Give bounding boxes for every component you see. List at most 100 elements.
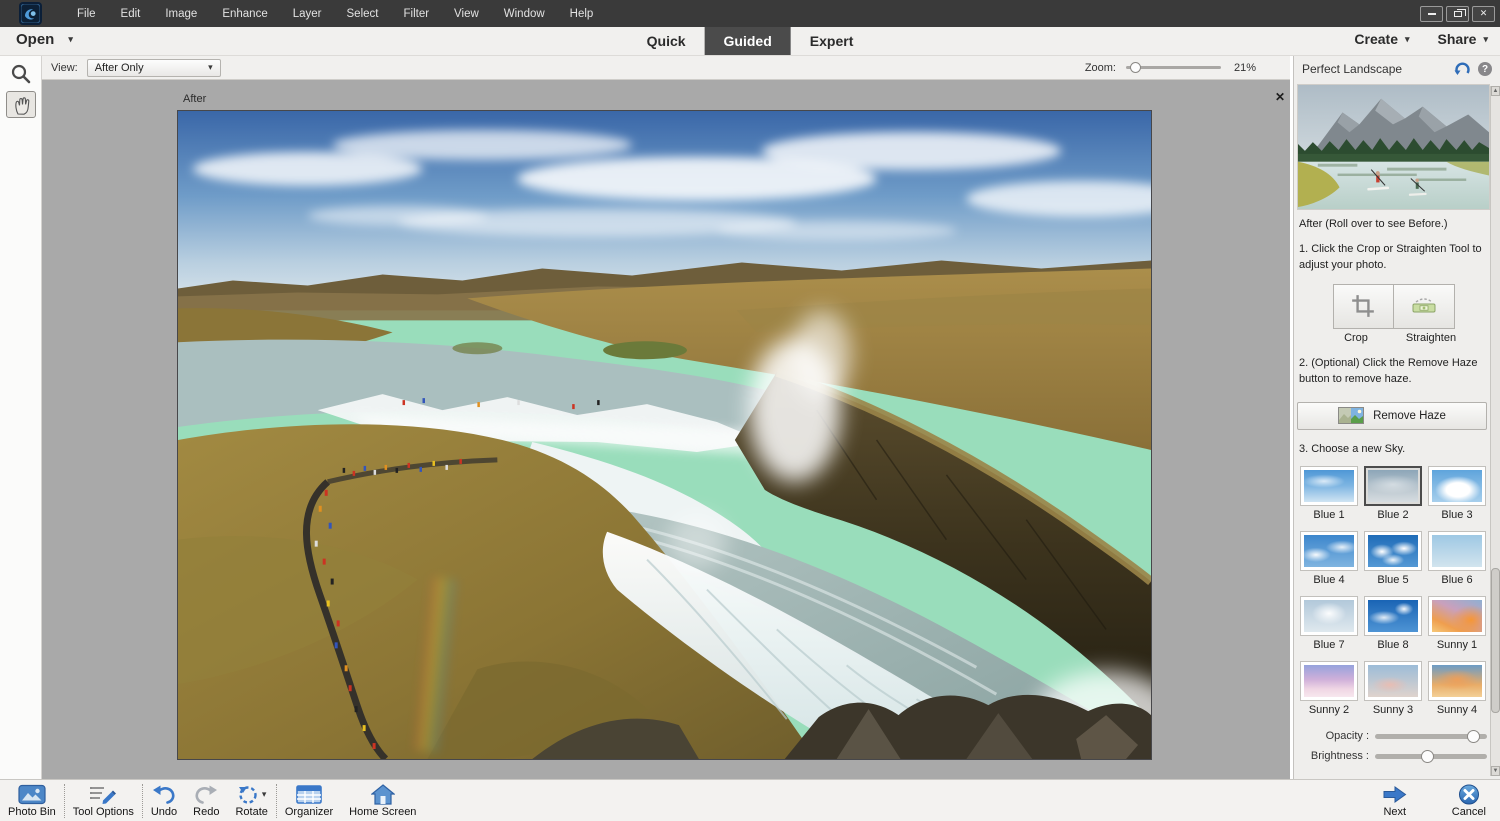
home-screen-button[interactable]: Home Screen bbox=[341, 780, 424, 821]
brightness-slider-knob[interactable] bbox=[1421, 750, 1434, 763]
cancel-label: Cancel bbox=[1452, 806, 1486, 818]
hand-tool-button[interactable] bbox=[6, 91, 36, 118]
redo-icon bbox=[194, 784, 218, 805]
cancel-icon bbox=[1458, 784, 1480, 805]
sky-option-label: Blue 7 bbox=[1313, 639, 1344, 651]
menu-file[interactable]: File bbox=[77, 8, 96, 20]
minimize-button[interactable] bbox=[1420, 6, 1443, 22]
menu-help[interactable]: Help bbox=[570, 8, 594, 20]
panel-header: Perfect Landscape ? bbox=[1294, 56, 1500, 82]
guided-preview-thumbnail[interactable] bbox=[1297, 84, 1490, 210]
sky-option-label: Blue 6 bbox=[1441, 574, 1472, 586]
restore-button[interactable] bbox=[1446, 6, 1469, 22]
opacity-slider-knob[interactable] bbox=[1467, 730, 1480, 743]
sky-swatch bbox=[1432, 470, 1482, 502]
redo-label: Redo bbox=[193, 806, 219, 818]
rotate-button[interactable]: ▾ Rotate bbox=[227, 780, 275, 821]
sky-swatch bbox=[1304, 600, 1354, 632]
sky-option-label: Blue 4 bbox=[1313, 574, 1344, 586]
restore-icon bbox=[1454, 11, 1462, 17]
view-select[interactable]: After Only ▾ bbox=[87, 59, 221, 77]
photo-bin-button[interactable]: Photo Bin bbox=[0, 780, 64, 821]
canvas-area: After ✕ bbox=[42, 80, 1290, 779]
view-label: View: bbox=[51, 62, 78, 74]
hand-icon bbox=[11, 94, 31, 116]
tab-guided[interactable]: Guided bbox=[705, 27, 791, 55]
sky-option-label: Blue 8 bbox=[1377, 639, 1408, 651]
undo-icon bbox=[152, 784, 176, 805]
sky-option-blue-1[interactable]: Blue 1 bbox=[1297, 466, 1361, 521]
mode-tabs: Quick Guided Expert bbox=[628, 27, 873, 55]
menu-enhance[interactable]: Enhance bbox=[222, 8, 267, 20]
straighten-button[interactable] bbox=[1394, 284, 1455, 329]
panel-scrollbar[interactable]: ▲ ▼ bbox=[1490, 86, 1500, 776]
sky-option-blue-3[interactable]: Blue 3 bbox=[1425, 466, 1489, 521]
sky-option-blue-7[interactable]: Blue 7 bbox=[1297, 596, 1361, 651]
chevron-down-icon: ▾ bbox=[208, 62, 213, 73]
brightness-slider[interactable] bbox=[1375, 750, 1487, 763]
step-2-text: 2. (Optional) Click the Remove Haze butt… bbox=[1299, 356, 1485, 388]
tab-quick[interactable]: Quick bbox=[628, 27, 705, 55]
redo-button[interactable]: Redo bbox=[185, 780, 227, 821]
help-icon[interactable]: ? bbox=[1478, 62, 1492, 76]
straighten-label: Straighten bbox=[1394, 332, 1469, 344]
remove-haze-button[interactable]: Remove Haze bbox=[1297, 402, 1487, 430]
menu-edit[interactable]: Edit bbox=[121, 8, 141, 20]
scrollbar-thumb[interactable] bbox=[1491, 568, 1500, 713]
tool-strip bbox=[0, 56, 42, 779]
sky-option-blue-6[interactable]: Blue 6 bbox=[1425, 531, 1489, 586]
menu-image[interactable]: Image bbox=[165, 8, 197, 20]
menu-select[interactable]: Select bbox=[347, 8, 379, 20]
sky-option-blue-8[interactable]: Blue 8 bbox=[1361, 596, 1425, 651]
sky-option-label: Sunny 2 bbox=[1309, 704, 1349, 716]
next-button[interactable]: Next bbox=[1374, 780, 1416, 821]
zoom-tool-button[interactable] bbox=[6, 60, 36, 87]
sky-option-sunny-2[interactable]: Sunny 2 bbox=[1297, 661, 1361, 716]
create-share-group: Create ▾ Share ▾ bbox=[1354, 31, 1488, 47]
photo-gullfoss[interactable] bbox=[177, 110, 1152, 760]
undo-button[interactable]: Undo bbox=[143, 780, 185, 821]
sky-option-blue-2[interactable]: Blue 2 bbox=[1361, 466, 1425, 521]
brightness-label: Brightness : bbox=[1297, 750, 1369, 762]
menu-filter[interactable]: Filter bbox=[403, 8, 429, 20]
minimize-icon bbox=[1428, 13, 1436, 15]
menu-view[interactable]: View bbox=[454, 8, 479, 20]
organizer-button[interactable]: Organizer bbox=[277, 780, 341, 821]
sky-option-blue-4[interactable]: Blue 4 bbox=[1297, 531, 1361, 586]
sky-option-sunny-3[interactable]: Sunny 3 bbox=[1361, 661, 1425, 716]
zoom-label: Zoom: bbox=[1085, 62, 1116, 74]
crop-button[interactable] bbox=[1333, 284, 1394, 329]
close-button[interactable]: ✕ bbox=[1472, 6, 1495, 22]
zoom-slider-knob[interactable] bbox=[1130, 62, 1141, 73]
sky-options-grid: Blue 1 Blue 2 Blue 3 Blue 4 Blue 5 Blue … bbox=[1297, 466, 1487, 716]
share-button[interactable]: Share ▾ bbox=[1438, 31, 1488, 47]
zoom-slider[interactable] bbox=[1126, 62, 1221, 73]
create-button[interactable]: Create ▾ bbox=[1354, 31, 1409, 47]
organizer-icon bbox=[296, 784, 322, 805]
home-icon bbox=[371, 784, 395, 805]
tool-options-button[interactable]: Tool Options bbox=[65, 780, 142, 821]
sky-option-sunny-4[interactable]: Sunny 4 bbox=[1425, 661, 1489, 716]
sky-option-label: Blue 1 bbox=[1313, 509, 1344, 521]
sky-swatch bbox=[1304, 470, 1354, 502]
remove-haze-label: Remove Haze bbox=[1373, 410, 1446, 422]
opacity-slider[interactable] bbox=[1375, 730, 1487, 743]
tab-expert[interactable]: Expert bbox=[791, 27, 873, 55]
menu-window[interactable]: Window bbox=[504, 8, 545, 20]
scroll-up-icon[interactable]: ▲ bbox=[1491, 86, 1500, 96]
reset-icon[interactable] bbox=[1454, 62, 1471, 76]
open-button[interactable]: Open ▾ bbox=[16, 31, 73, 48]
sky-option-blue-5[interactable]: Blue 5 bbox=[1361, 531, 1425, 586]
crop-straighten-group bbox=[1333, 284, 1455, 329]
scroll-down-icon[interactable]: ▼ bbox=[1491, 766, 1500, 776]
titlebar: File Edit Image Enhance Layer Select Fil… bbox=[0, 0, 1500, 27]
sky-option-label: Sunny 3 bbox=[1373, 704, 1413, 716]
share-label: Share bbox=[1438, 31, 1477, 47]
sky-option-sunny-1[interactable]: Sunny 1 bbox=[1425, 596, 1489, 651]
menu-layer[interactable]: Layer bbox=[293, 8, 322, 20]
zoom-value: 21% bbox=[1234, 62, 1268, 74]
photo-bin-icon bbox=[18, 784, 46, 805]
rotate-label: Rotate bbox=[235, 806, 267, 818]
document-close-icon[interactable]: ✕ bbox=[1275, 90, 1285, 104]
cancel-button[interactable]: Cancel bbox=[1444, 780, 1494, 821]
